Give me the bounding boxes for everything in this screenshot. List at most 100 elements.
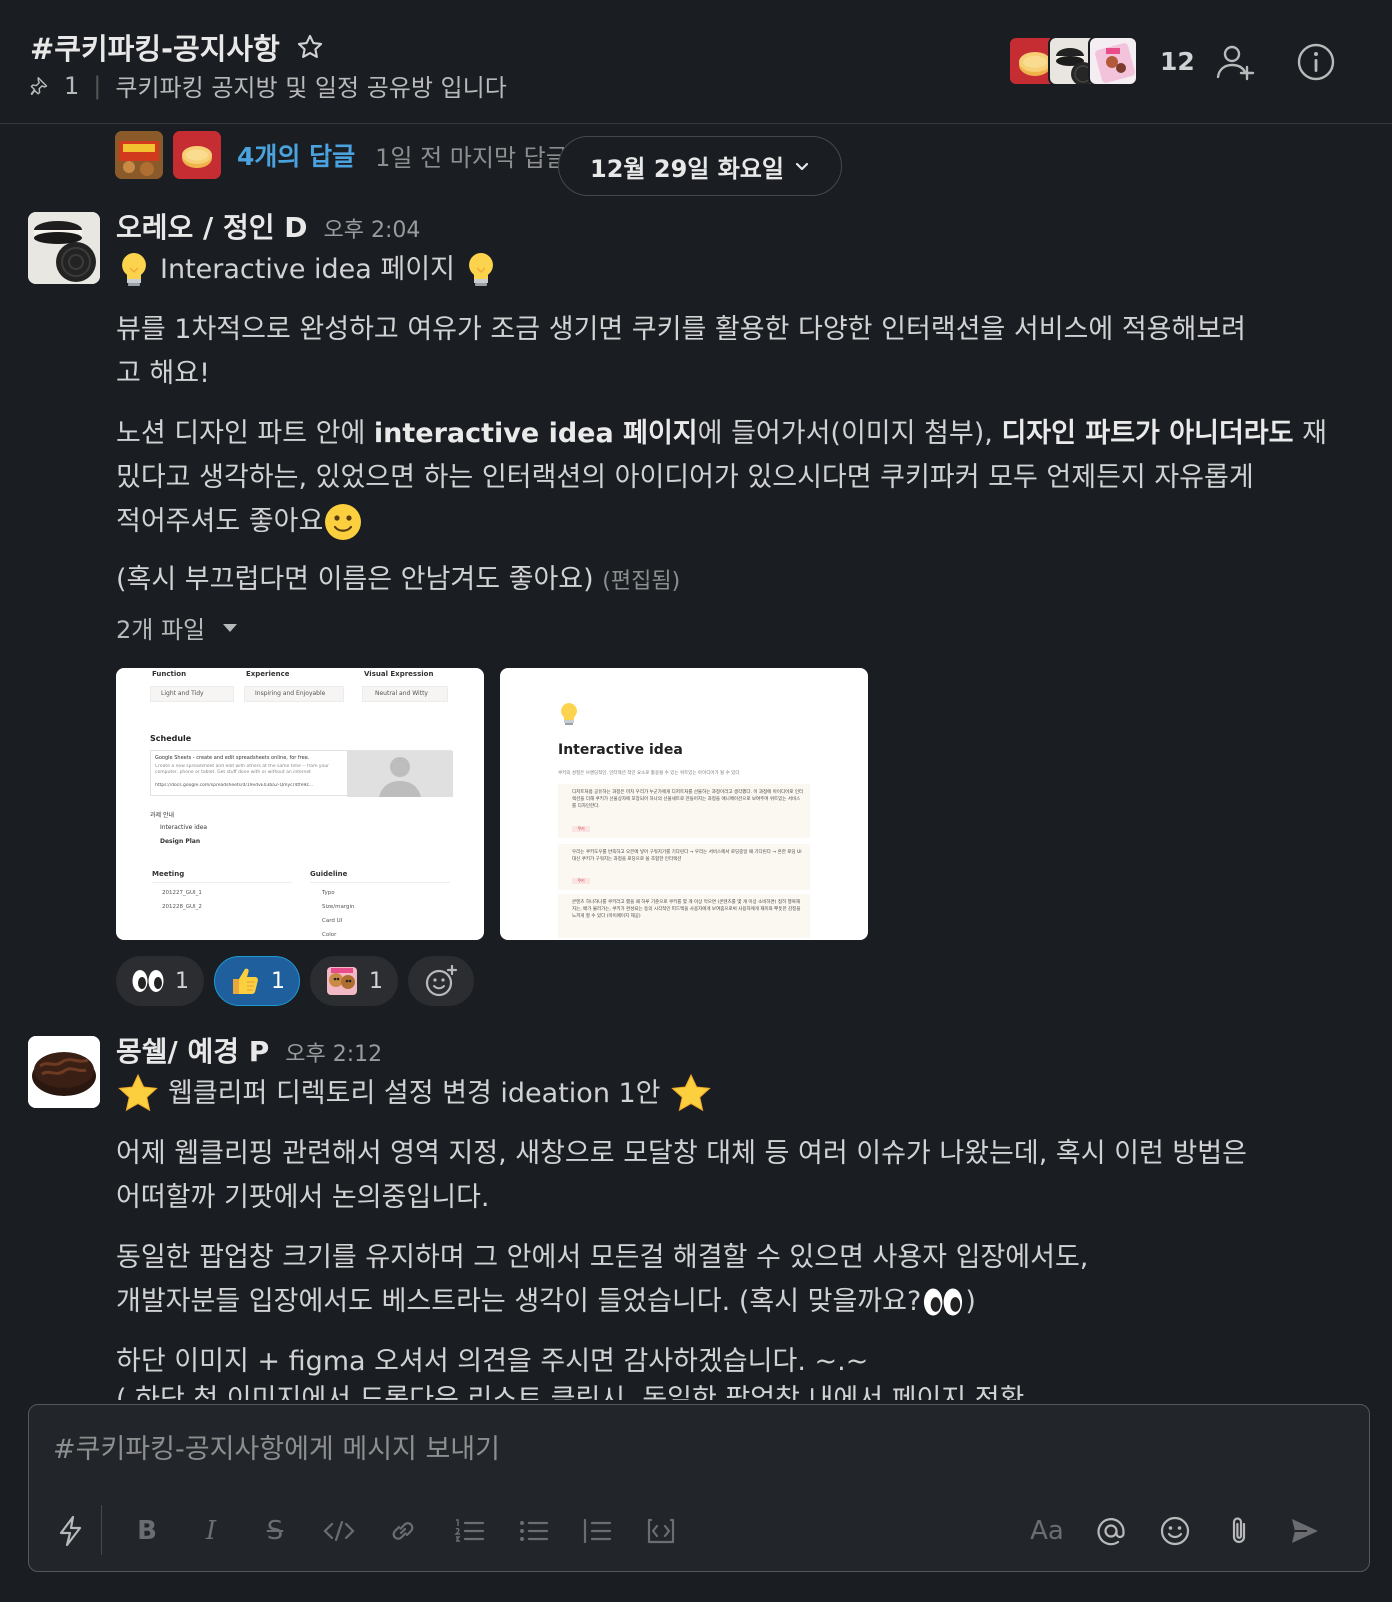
message-input[interactable]: #쿠키파킹-공지사항에게 메시지 보내기 — [53, 1427, 500, 1466]
pin-icon[interactable] — [30, 74, 52, 98]
code-block-button[interactable] — [641, 1511, 681, 1551]
text-run: 적어주셔도 좋아요 — [116, 506, 324, 537]
timestamp[interactable]: 오후 2:04 — [324, 212, 421, 244]
thumb-text: Interactive idea — [160, 824, 208, 831]
date-divider-label: 12월 29일 화요일 — [590, 154, 784, 183]
smile-emoji-icon — [325, 504, 362, 540]
thumb-text: Size/margin — [322, 904, 355, 910]
date-divider-button[interactable]: 12월 29일 화요일 — [558, 136, 842, 196]
author-name[interactable]: 몽쉘/ 예경 P — [116, 1030, 269, 1070]
reaction-cookie[interactable]: 1 — [310, 956, 398, 1006]
bulleted-list-button[interactable] — [513, 1511, 553, 1551]
member-avatars[interactable]: 12 — [1008, 36, 1195, 86]
add-reaction-icon — [425, 964, 458, 997]
text-formatting-button[interactable]: Aa — [1027, 1511, 1067, 1551]
message-text: 밌다고 생각하는, 있었으면 하는 인터랙션의 아이디어가 있으시다면 쿠키파커… — [116, 462, 1254, 493]
text-run: 노션 디자인 파트 안에 — [116, 418, 374, 449]
timestamp[interactable]: 오후 2:12 — [285, 1036, 382, 1068]
thumb-text: 201228_GUI_2 — [162, 904, 202, 910]
strikethrough-button[interactable]: S — [255, 1511, 295, 1551]
member-count[interactable]: 12 — [1160, 47, 1195, 76]
avatar[interactable] — [28, 1036, 100, 1108]
thumb-text: Card UI — [322, 918, 343, 924]
channel-topic[interactable]: 쿠키파킹 공지방 및 일정 공유방 입니다 — [115, 68, 506, 103]
edited-label: (편집됨) — [602, 569, 681, 594]
text-run: 에 들어가서(이미지 첨부), — [697, 418, 1002, 449]
message-text: ( 하단 첫 이미지에서 드롭다운 리스트 클릭시, 동일한 팝업창 내에서 페… — [116, 1384, 1366, 1400]
message-text: (혹시 부끄럽다면 이름은 안남겨도 좋아요) (편집됨) — [116, 558, 1366, 604]
thumb-text: 과제 안내 — [150, 812, 174, 819]
message-text: 뷰를 1차적으로 완성하고 여유가 조금 생기면 쿠키를 활용한 다양한 인터랙… — [116, 314, 1247, 345]
bold-button[interactable]: B — [127, 1511, 167, 1551]
message-text: 고 해요! — [116, 358, 210, 389]
channel-subheader: 1 | 쿠키파킹 공지방 및 일정 공유방 입니다 — [30, 68, 507, 103]
toolbar-divider — [101, 1505, 102, 1555]
composer-toolbar: B I S Aa — [29, 1505, 1369, 1557]
thumb-tag: 쿠키 — [572, 878, 590, 884]
thread-summary[interactable]: 4개의 답글 1일 전 마지막 답글 — [115, 131, 568, 179]
thumb-text: 우리는 쿠키도우를 반죽하고 오븐에 넣어 구워지기를 기다린다 → 우리는 서… — [572, 850, 802, 862]
reactions-bar: 1 1 1 — [116, 956, 474, 1006]
thumb-tag: Neutral and Witty — [362, 686, 448, 702]
thumb-text: Color — [322, 932, 337, 938]
emoji-button[interactable] — [1155, 1511, 1195, 1551]
thumb-bookmark: Google Sheets - create and edit spreadsh… — [150, 750, 453, 797]
author-name[interactable]: 오레오 / 정인 D — [116, 206, 308, 246]
pin-count[interactable]: 1 — [64, 72, 79, 100]
link-button[interactable] — [383, 1511, 423, 1551]
attach-button[interactable] — [1219, 1511, 1259, 1551]
file-thumbnail[interactable]: Interactive idea 쿠키의 성질은 브랜딩적인, 인터랙션 적인 … — [500, 668, 868, 940]
eyes-emoji-icon — [924, 1288, 963, 1316]
blockquote-button[interactable] — [577, 1511, 617, 1551]
thumb-tag: Inspiring and Enjoyable — [244, 686, 344, 702]
ordered-list-button[interactable] — [449, 1511, 489, 1551]
callout: 콘텐츠 하나하나를 쿠키라고 했을 때 하루 기준으로 쿠키를 몇 개 이상 먹… — [558, 894, 810, 938]
blockquote-icon — [583, 1518, 612, 1544]
thumb-text: 디저트처럼 공유하는 과정은 마치 우리가 누군가에게 디저트처를 선물하는 과… — [572, 790, 804, 809]
thumb-text: 201227_GUI_1 — [162, 890, 202, 896]
person-placeholder-icon — [347, 751, 453, 797]
channel-header: #쿠키파킹-공지사항 1 | 쿠키파킹 공지방 및 일정 공유방 입니다 12 — [0, 0, 1392, 124]
bold-text: 디자인 파트가 아니더라도 — [1001, 418, 1294, 449]
thumb-text: Guideline — [310, 870, 348, 878]
thumb-text: Typo — [322, 890, 335, 896]
ordered-list-icon — [454, 1519, 485, 1542]
reaction-thumbs-up[interactable]: 1 — [214, 956, 300, 1006]
avatar[interactable] — [28, 212, 100, 284]
add-member-button[interactable] — [1214, 40, 1258, 84]
text-run: ) — [965, 1286, 976, 1317]
thumb-title: Interactive idea — [558, 742, 683, 758]
message-text: 어제 웹클리핑 관련해서 영역 지정, 새창으로 모달창 대체 등 여러 이슈가… — [116, 1138, 1247, 1169]
strikethrough-icon: S — [266, 1516, 284, 1546]
code-button[interactable] — [319, 1511, 359, 1551]
italic-button[interactable]: I — [191, 1511, 231, 1551]
star-icon[interactable] — [296, 33, 324, 61]
thumb-tag: Light and Tidy — [150, 686, 234, 702]
shortcuts-button[interactable] — [51, 1511, 91, 1551]
at-sign-icon — [1097, 1518, 1125, 1546]
files-toggle[interactable]: 2개 파일 — [116, 610, 238, 645]
message-title: Interactive idea 페이지 — [116, 248, 1366, 292]
bulleted-list-icon — [520, 1521, 549, 1541]
lightbulb-icon — [122, 253, 146, 286]
reaction-eyes[interactable]: 1 — [116, 956, 204, 1006]
channel-details-button[interactable] — [1294, 40, 1338, 84]
star-emoji-icon — [118, 1073, 158, 1112]
paperclip-icon — [1232, 1517, 1246, 1544]
divider — [152, 882, 292, 883]
channel-name[interactable]: #쿠키파킹-공지사항 — [30, 26, 280, 68]
message-text: 어떠할까 기팟에서 논의중입니다. — [116, 1182, 490, 1213]
send-button[interactable] — [1285, 1511, 1325, 1551]
file-thumbnail[interactable]: Function Experience Visual Expression Li… — [116, 668, 484, 940]
info-icon — [1297, 43, 1335, 81]
thumb-text: Visual Expression — [364, 670, 434, 678]
avatar — [115, 131, 163, 179]
thread-replies-link[interactable]: 4개의 답글 — [237, 137, 355, 173]
thumb-text: Schedule — [150, 734, 192, 743]
callout: 디저트처럼 공유하는 과정은 마치 우리가 누군가에게 디저트처를 선물하는 과… — [558, 784, 810, 838]
mention-button[interactable] — [1091, 1511, 1131, 1551]
thumb-text: 콘텐츠 하나하나를 쿠키라고 했을 때 하루 기준으로 쿠키를 몇 개 이상 먹… — [572, 900, 801, 919]
message-composer[interactable]: #쿠키파킹-공지사항에게 메시지 보내기 B I S Aa — [28, 1404, 1370, 1572]
bold-icon: B — [137, 1516, 157, 1546]
add-reaction-button[interactable] — [408, 956, 474, 1006]
